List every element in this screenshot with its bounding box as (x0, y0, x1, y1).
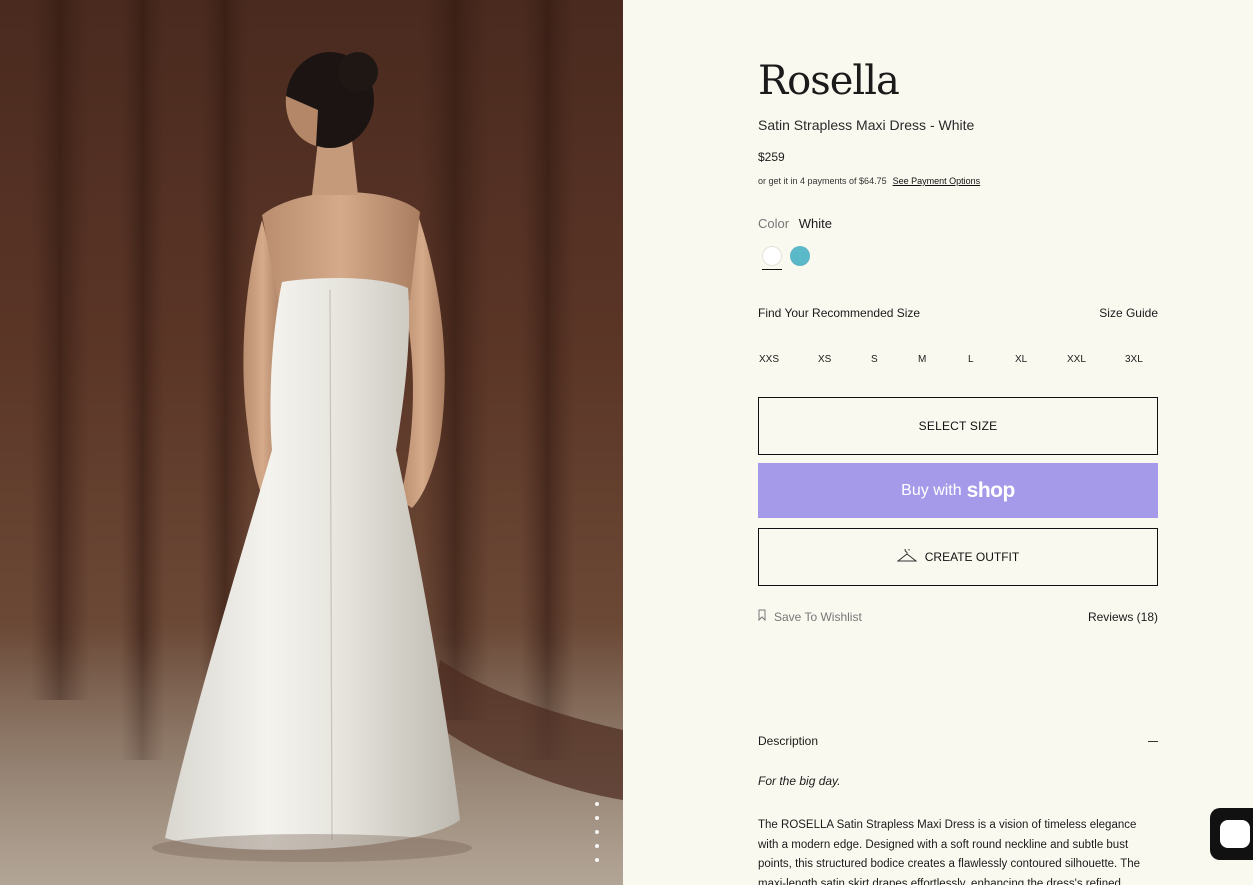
size-guide-link[interactable]: Size Guide (1099, 306, 1158, 320)
description-tagline: For the big day. (758, 774, 841, 788)
size-header: Find Your Recommended Size Size Guide (758, 306, 1158, 320)
product-image[interactable] (0, 0, 623, 885)
size-option-xs[interactable]: XS (818, 354, 831, 365)
buy-with-label: Buy with (901, 481, 962, 499)
find-size-link[interactable]: Find Your Recommended Size (758, 306, 920, 320)
bookmark-icon (758, 609, 766, 624)
shop-logo-text: shop (966, 478, 1016, 502)
size-option-l[interactable]: L (968, 354, 974, 365)
product-brand: Rosella (758, 58, 900, 104)
gallery-dot[interactable] (595, 830, 599, 834)
gallery-dot[interactable] (595, 816, 599, 820)
product-subtitle: Satin Strapless Maxi Dress - White (758, 117, 975, 133)
create-outfit-button[interactable]: CREATE OUTFIT (758, 528, 1158, 586)
size-options: XXS XS S M L XL XXL 3XL (758, 354, 1158, 370)
color-label: Color (758, 216, 790, 231)
installments-text: or get it in 4 payments of $64.75 (758, 176, 887, 186)
payment-options-link[interactable]: See Payment Options (893, 176, 981, 186)
description-accordion[interactable]: Description (758, 734, 1158, 748)
reviews-link[interactable]: Reviews (18) (1088, 610, 1158, 624)
product-photo-illustration (0, 0, 623, 885)
color-swatch-white[interactable] (762, 246, 782, 266)
size-option-s[interactable]: S (871, 354, 878, 365)
color-swatch-blue[interactable] (790, 246, 810, 266)
save-to-wishlist[interactable]: Save To Wishlist (758, 609, 862, 624)
collapse-icon (1148, 741, 1158, 742)
size-option-3xl[interactable]: 3XL (1125, 354, 1143, 365)
create-outfit-label: CREATE OUTFIT (924, 550, 1020, 564)
chat-widget-button[interactable] (1210, 808, 1253, 860)
description-heading: Description (758, 734, 819, 748)
gallery-dot[interactable] (595, 844, 599, 848)
color-selector-label: Color White (758, 216, 832, 231)
select-size-button[interactable]: SELECT SIZE (758, 397, 1158, 455)
gallery-pagination (592, 802, 602, 872)
buy-with-shop-button[interactable]: Buy with shop (758, 463, 1158, 518)
size-option-m[interactable]: M (918, 354, 926, 365)
size-option-xxl[interactable]: XXL (1067, 354, 1086, 365)
gallery-dot[interactable] (595, 858, 599, 862)
selected-swatch-indicator (762, 269, 782, 270)
gallery-dot[interactable] (595, 802, 599, 806)
installments-info: or get it in 4 payments of $64.75 See Pay… (758, 176, 980, 186)
size-option-xl[interactable]: XL (1015, 354, 1027, 365)
hanger-icon (896, 547, 918, 566)
size-option-xxs[interactable]: XXS (759, 354, 779, 365)
color-selected-value: White (798, 216, 832, 231)
chat-icon (1220, 820, 1250, 848)
product-price: $259 (758, 150, 785, 164)
description-body: The ROSELLA Satin Strapless Maxi Dress i… (758, 819, 1141, 885)
wishlist-label: Save To Wishlist (774, 609, 862, 624)
